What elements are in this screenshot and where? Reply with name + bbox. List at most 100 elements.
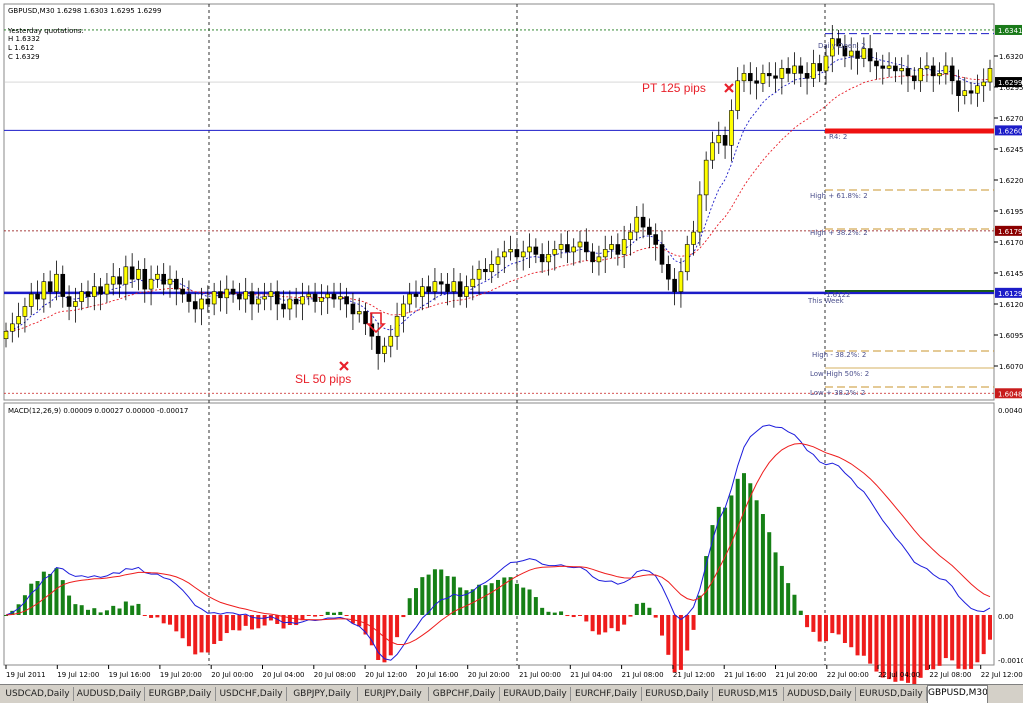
candle-body: [684, 244, 690, 273]
candle-body: [514, 249, 520, 258]
candle-body: [483, 268, 488, 273]
candle-body: [281, 303, 286, 310]
candle-body: [634, 216, 640, 233]
histogram-bar: [199, 615, 204, 653]
candle-body: [489, 264, 494, 273]
histogram-bar: [212, 615, 217, 644]
histogram-bar: [634, 603, 639, 615]
histogram-bar: [817, 615, 822, 642]
yesterday-high: H 1.6332: [8, 35, 40, 43]
histogram-bar: [445, 576, 450, 615]
candle-body: [924, 65, 930, 69]
histogram-bar: [786, 583, 791, 615]
histogram-bar: [937, 615, 942, 666]
candle-body: [10, 323, 15, 332]
candle-body: [394, 316, 400, 337]
candle-body: [590, 251, 595, 263]
candle-body: [722, 135, 728, 146]
histogram-bar: [830, 615, 835, 634]
candle-body: [211, 291, 217, 305]
histogram-bar: [931, 615, 936, 670]
tab-eurusd-daily[interactable]: EURUSD,Daily: [642, 687, 713, 701]
tab-eurchf-daily[interactable]: EURCHF,Daily: [571, 687, 642, 701]
time-tick-label: 19 Jul 16:00: [109, 671, 151, 679]
candle-body: [527, 246, 532, 253]
candle-body: [230, 288, 236, 295]
candle-body: [256, 298, 261, 305]
histogram-bar: [136, 603, 141, 615]
tab-gbpjpy-daily[interactable]: GBPJPY,Daily: [287, 687, 358, 701]
candle-body: [495, 256, 501, 265]
histogram-bar: [918, 615, 923, 678]
tab-eurusd-m15[interactable]: EURUSD,M15: [713, 687, 784, 701]
histogram-bar: [73, 604, 78, 615]
tab-eurgbp-daily[interactable]: EURGBP,Daily: [145, 687, 216, 701]
price-tag-label: 1.6179: [998, 228, 1023, 236]
candle-body: [539, 254, 545, 263]
histogram-bar: [615, 615, 620, 632]
tab-euraud-daily[interactable]: EURAUD,Daily: [500, 687, 571, 701]
candle-body: [66, 296, 72, 307]
histogram-bar: [969, 615, 974, 669]
candle-body: [117, 276, 122, 285]
time-tick-label: 21 Jul 20:00: [776, 671, 818, 679]
candle-body: [306, 293, 312, 297]
candle-body: [792, 65, 797, 74]
tab-eurusd-daily[interactable]: EURUSD,Daily: [856, 687, 927, 701]
candle-body: [73, 301, 78, 307]
tab-audusd-daily[interactable]: AUDUSD,Daily: [74, 687, 145, 701]
candle-body: [148, 278, 154, 290]
candle-body: [975, 85, 980, 94]
histogram-bar: [836, 615, 841, 635]
candle-body: [41, 281, 47, 300]
candle-body: [476, 268, 482, 280]
histogram-bar: [319, 615, 324, 616]
histogram-bar: [880, 615, 885, 678]
candle-body: [602, 249, 608, 258]
time-tick-label: 21 Jul 16:00: [724, 671, 766, 679]
tab-gbpchf-daily[interactable]: GBPCHF,Daily: [429, 687, 500, 701]
histogram-bar: [218, 615, 223, 641]
histogram-bar: [975, 615, 980, 663]
daily-open-label: Daily Open: 2: [818, 42, 866, 50]
candle-body: [312, 293, 318, 302]
histogram-bar: [981, 615, 986, 655]
tab-eurjpy-daily[interactable]: EURJPY,Daily: [358, 687, 429, 701]
candle-body: [319, 297, 324, 302]
candle-body: [937, 73, 942, 77]
candle-body: [28, 293, 34, 307]
candle-body: [445, 283, 450, 292]
histogram-bar: [760, 514, 765, 615]
macd-title: MACD(12,26,9) 0.00009 0.00027 0.00000 -0…: [8, 407, 188, 415]
time-tick-label: 21 Jul 08:00: [622, 671, 664, 679]
candle-body: [344, 296, 349, 305]
time-tick-label: 19 Jul 2011: [6, 671, 46, 679]
price-pane[interactable]: [3, 3, 995, 401]
tab-audusd-daily[interactable]: AUDUSD,Daily: [784, 687, 856, 701]
tab-gbpusd-m30[interactable]: GBPUSD,M30: [927, 685, 988, 703]
histogram-bar: [533, 597, 538, 615]
yesterday-title: Yesterday quotations:: [7, 27, 84, 35]
time-tick-label: 20 Jul 12:00: [365, 671, 407, 679]
tab-usdchf-daily[interactable]: USDCHF,Daily: [216, 687, 287, 701]
candle-body: [205, 298, 211, 305]
histogram-bar: [67, 595, 72, 615]
chart-window[interactable]: 1.63201.62951.62701.62451.62201.61951.61…: [0, 0, 1023, 702]
candle-body: [640, 216, 646, 228]
histogram-bar: [691, 615, 696, 630]
histogram-bar: [805, 615, 810, 628]
histogram-bar: [508, 577, 513, 615]
candle-body: [949, 65, 955, 82]
histogram-bar: [748, 483, 753, 615]
histogram-bar: [29, 583, 34, 615]
candle-body: [186, 293, 192, 302]
candle-body: [136, 268, 141, 280]
macd-axis-top: 0.00407: [998, 407, 1023, 415]
candle-body: [413, 293, 419, 297]
histogram-bar: [552, 612, 557, 615]
candle-body: [293, 298, 299, 305]
tab-usdcad-daily[interactable]: USDCAD,Daily: [2, 687, 74, 701]
candle-body: [546, 254, 551, 263]
price-tag-label: 1.6260: [998, 127, 1023, 135]
candle-body: [129, 266, 135, 280]
